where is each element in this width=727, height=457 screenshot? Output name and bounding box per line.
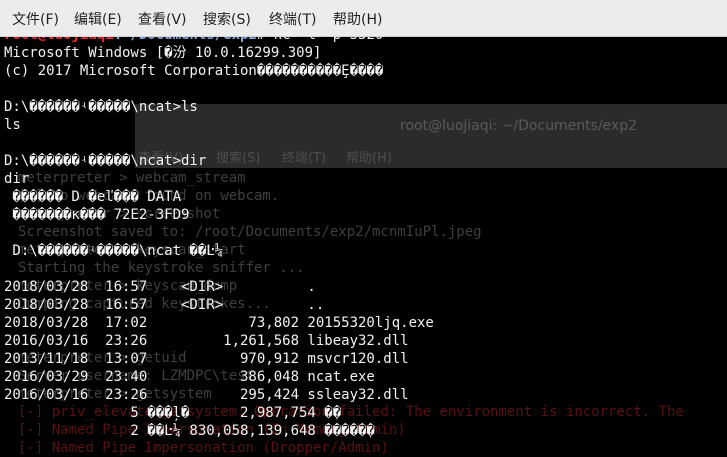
terminal-line: ������ D �еľ��� DATA [4, 189, 182, 205]
terminal-line: (c) 2017 Microsoft Corporation����������… [4, 63, 384, 79]
terminal-output[interactable]: root@luojiaqi:~/Documents/exp2# nc -l -p… [0, 0, 727, 457]
dir-entry: 2013/11/18 13:07 970,912 msvcr120.dll [4, 351, 409, 367]
dir-entry: 2016/03/29 23:40 386,048 ncat.exe [4, 369, 375, 385]
menu-bar: 文件(F) 编辑(E) 查看(V) 搜索(S) 终端(T) 帮助(H) [0, 0, 727, 37]
menu-file[interactable]: 文件(F) [12, 9, 59, 29]
menu-edit[interactable]: 编辑(E) [74, 9, 122, 29]
terminal-line: Microsoft Windows [�汾 10.0.16299.309] [4, 45, 322, 61]
terminal-line: dir [4, 171, 30, 187]
dir-entry: 2016/03/16 23:26 295,424 ssleay32.dll [4, 387, 409, 403]
terminal-line: D:\������ʵ�����\ncat ��Ŀ¼ [4, 243, 224, 259]
dir-summary-files: 5 ���ļ� 2,987,754 �ֽ� [4, 405, 342, 421]
menu-help[interactable]: 帮助(H) [333, 9, 382, 29]
dir-entry: 2018/03/28 17:02 73,802 20155320ljq.exe [4, 315, 434, 331]
terminal-line: D:\������ʵ�����\ncat>dir [4, 153, 207, 169]
terminal-line: D:\������ʵ�����\ncat>ls [4, 99, 198, 115]
dir-entry: 2016/03/16 23:26 1,261,568 libeay32.dll [4, 333, 409, 349]
dir-entry: 2018/03/28 16:57 <DIR> .. [4, 297, 325, 313]
menu-search[interactable]: 搜索(S) [203, 9, 251, 29]
terminal-line: ls [4, 117, 21, 133]
dir-summary-dirs: 2 ��Ŀ¼ 830,058,139,648 �����ֽ� [4, 423, 375, 439]
menu-terminal[interactable]: 终端(T) [269, 9, 316, 29]
terminal-line: �������к��� 72E2-3FD9 [4, 207, 190, 223]
dir-entry: 2018/03/28 16:57 <DIR> . [4, 279, 316, 295]
menu-view[interactable]: 查看(V) [138, 9, 187, 29]
